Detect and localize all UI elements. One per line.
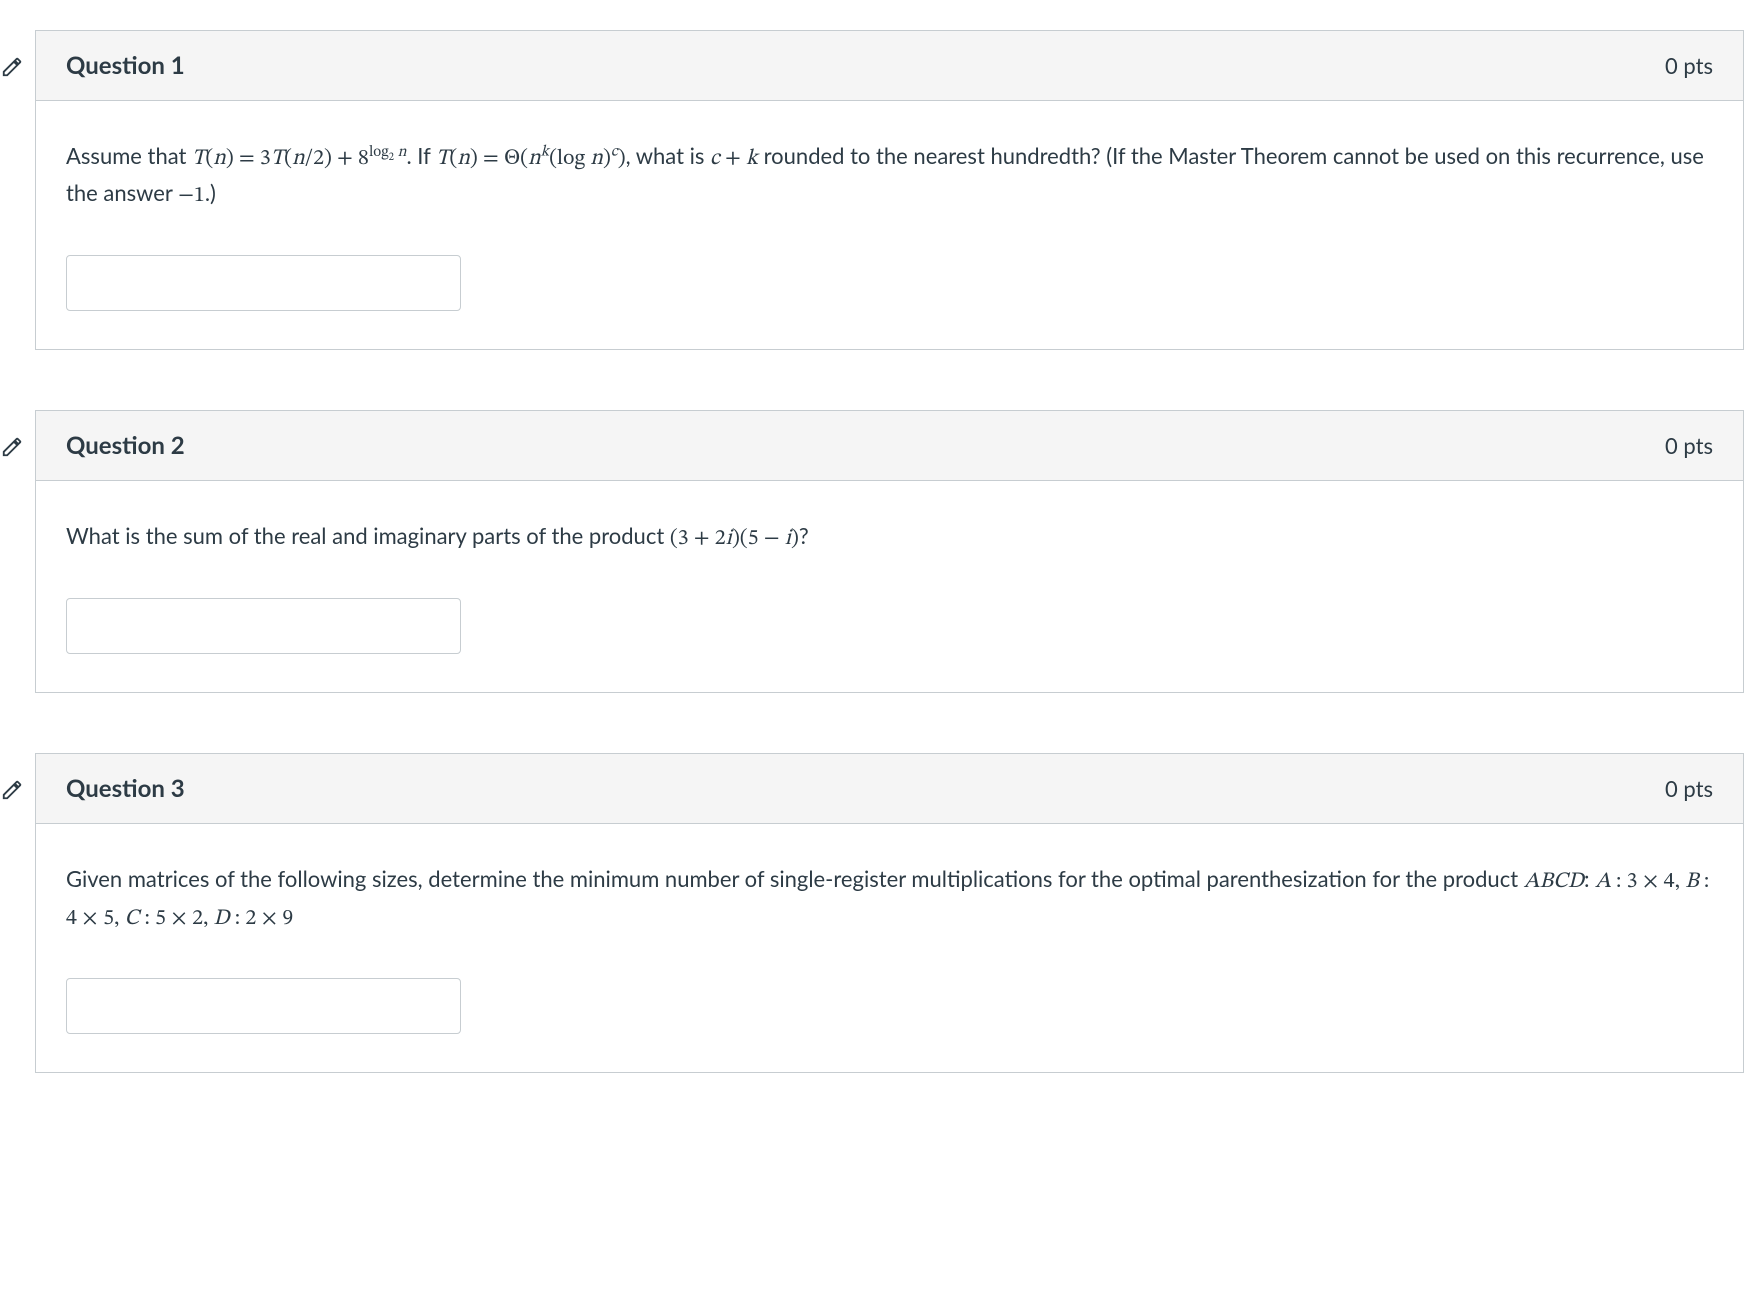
question-points: 0 pts xyxy=(1665,52,1713,79)
prompt-text: : xyxy=(1584,865,1595,892)
question-prompt: Assume that T(n) = 3T(n/2) + 8log2 n. If… xyxy=(66,139,1713,213)
question-title: Question 3 xyxy=(66,774,185,803)
answer-input[interactable] xyxy=(66,978,461,1034)
question-header: Question 2 0 pts xyxy=(36,411,1743,481)
answer-input[interactable] xyxy=(66,255,461,311)
question-body: Given matrices of the following sizes, d… xyxy=(36,824,1743,1072)
prompt-text: . If xyxy=(406,142,436,169)
question-header: Question 3 0 pts xyxy=(36,754,1743,824)
edit-question-icon[interactable] xyxy=(1,779,25,803)
question-1: Question 1 0 pts Assume that T(n) = 3T(n… xyxy=(35,30,1744,350)
math-expression: (3 + 2i)(5 − i) xyxy=(670,528,799,550)
prompt-text: , what is xyxy=(626,142,710,169)
edit-question-icon[interactable] xyxy=(1,56,25,80)
edit-question-icon[interactable] xyxy=(1,436,25,460)
question-2: Question 2 0 pts What is the sum of the … xyxy=(35,410,1744,693)
math-expression: T(n) = Θ(nk(log n)c) xyxy=(436,148,625,170)
question-body: What is the sum of the real and imaginar… xyxy=(36,481,1743,692)
math-expression: c + k xyxy=(710,148,758,170)
prompt-text: ? xyxy=(799,522,809,549)
question-title: Question 1 xyxy=(66,51,185,80)
question-body: Assume that T(n) = 3T(n/2) + 8log2 n. If… xyxy=(36,101,1743,349)
question-prompt: Given matrices of the following sizes, d… xyxy=(66,862,1713,936)
math-expression: −1 xyxy=(178,185,205,207)
answer-input[interactable] xyxy=(66,598,461,654)
question-title: Question 2 xyxy=(66,431,185,460)
math-expression: T(n) = 3T(n/2) + 8log2 n xyxy=(192,148,406,170)
math-expression: ABCD xyxy=(1524,871,1584,893)
question-3: Question 3 0 pts Given matrices of the f… xyxy=(35,753,1744,1073)
prompt-text: Given matrices of the following sizes, d… xyxy=(66,865,1524,892)
question-prompt: What is the sum of the real and imaginar… xyxy=(66,519,1713,556)
prompt-text: What is the sum of the real and imaginar… xyxy=(66,522,670,549)
question-header: Question 1 0 pts xyxy=(36,31,1743,101)
question-points: 0 pts xyxy=(1665,775,1713,802)
question-points: 0 pts xyxy=(1665,432,1713,459)
prompt-text: Assume that xyxy=(66,142,192,169)
prompt-text: .) xyxy=(205,179,216,206)
